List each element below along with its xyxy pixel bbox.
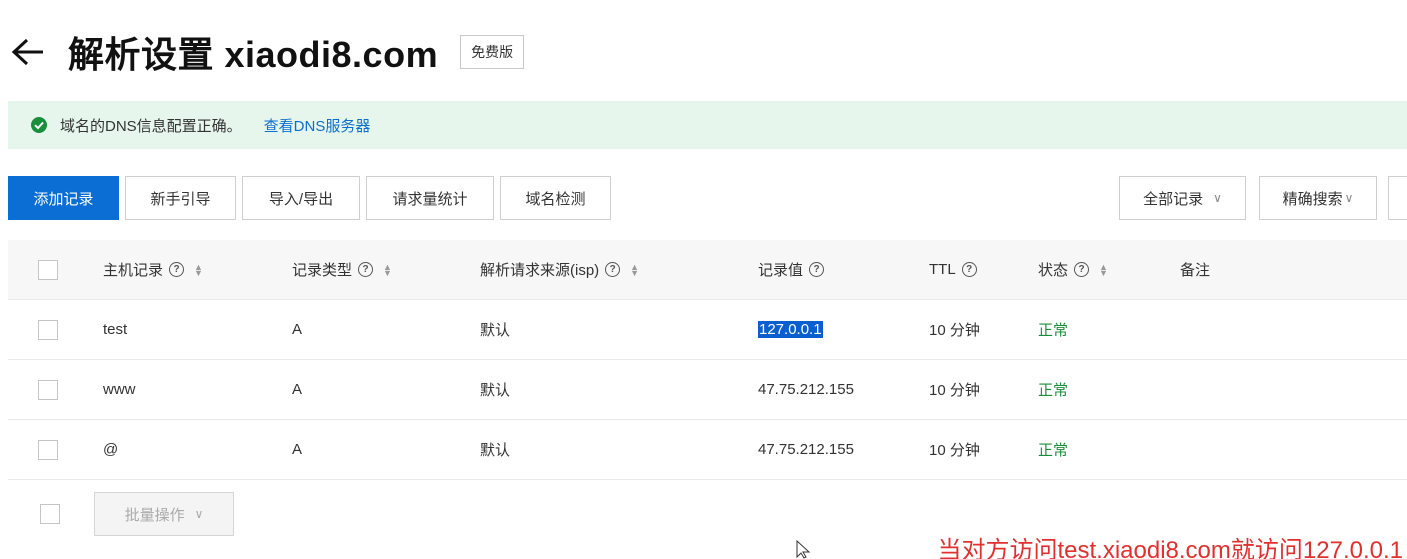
table-row: test A 默认 127.0.0.1 10 分钟 正常 xyxy=(8,300,1407,360)
cell-type: A xyxy=(292,321,303,338)
col-isp[interactable]: 解析请求来源(isp) ? ▲ ▼ xyxy=(480,240,639,299)
chevron-down-icon: ∨ xyxy=(194,507,204,521)
cell-value: 47.75.212.155 xyxy=(758,381,854,398)
plan-badge: 免费版 xyxy=(460,35,525,69)
domain-check-button[interactable]: 域名检测 xyxy=(500,176,611,220)
col-isp-label: 解析请求来源(isp) xyxy=(480,262,600,279)
cell-value: 47.75.212.155 xyxy=(758,441,854,458)
chevron-down-icon: ∨ xyxy=(1213,191,1222,205)
status-badge: 正常 xyxy=(1038,322,1069,339)
help-icon[interactable]: ? xyxy=(809,262,825,277)
help-icon[interactable]: ? xyxy=(1074,262,1090,277)
table-row: www A 默认 47.75.212.155 10 分钟 正常 xyxy=(8,360,1407,420)
cell-isp: 默认 xyxy=(480,382,511,399)
col-host[interactable]: 主机记录 ? ▲ ▼ xyxy=(103,240,203,299)
select-all-checkbox[interactable] xyxy=(38,259,58,280)
cell-type: A xyxy=(292,381,303,398)
cell-isp: 默认 xyxy=(480,322,511,339)
precise-search-dropdown[interactable]: 精确搜索 ∨ xyxy=(1259,176,1377,220)
sort-icon[interactable]: ▲ ▼ xyxy=(383,262,392,277)
batch-operations-label: 批量操作 xyxy=(124,506,185,524)
cell-ttl: 10 分钟 xyxy=(929,382,980,399)
row-checkbox[interactable] xyxy=(38,379,58,400)
sort-icon[interactable]: ▲ ▼ xyxy=(194,262,203,277)
dns-records-table: 主机记录 ? ▲ ▼ 记录类型 ? ▲ ▼ 解析请求来源(isp) ? ▲ ▼ 记录值… xyxy=(8,240,1407,480)
view-dns-servers-link[interactable]: 查看DNS服务器 xyxy=(264,115,371,136)
help-icon[interactable]: ? xyxy=(169,262,185,277)
col-type[interactable]: 记录类型 ? ▲ ▼ xyxy=(292,240,392,299)
col-value: 记录值 ? xyxy=(758,240,825,299)
help-icon[interactable]: ? xyxy=(358,262,374,277)
sort-icon[interactable]: ▲ ▼ xyxy=(1099,262,1108,277)
help-icon[interactable]: ? xyxy=(605,262,621,277)
col-ttl-label: TTL xyxy=(929,261,956,278)
row-checkbox[interactable] xyxy=(38,439,58,460)
cell-type: A xyxy=(292,441,303,458)
check-circle-icon xyxy=(31,117,47,133)
col-type-label: 记录类型 xyxy=(292,262,353,279)
sort-icon[interactable]: ▲ ▼ xyxy=(630,262,639,277)
row-checkbox[interactable] xyxy=(38,319,58,340)
col-status-label: 状态 xyxy=(1038,262,1069,279)
request-stats-button[interactable]: 请求量统计 xyxy=(366,176,494,220)
add-record-button[interactable]: 添加记录 xyxy=(8,176,119,220)
col-remark: 备注 xyxy=(1180,262,1211,279)
mouse-cursor-icon xyxy=(796,540,811,559)
chevron-down-icon: ∨ xyxy=(1344,191,1354,205)
search-input-partial[interactable] xyxy=(1388,176,1407,220)
page-title: 解析设置 xiaodi8.com xyxy=(68,34,439,75)
page-header: 解析设置 xiaodi8.com 免费版 xyxy=(8,22,525,82)
status-badge: 正常 xyxy=(1038,382,1069,399)
cell-host: @ xyxy=(103,441,119,458)
all-records-label: 全部记录 xyxy=(1143,190,1204,208)
alert-message: 域名的DNS信息配置正确。 xyxy=(60,117,242,135)
cell-ttl: 10 分钟 xyxy=(929,442,980,459)
cell-ttl: 10 分钟 xyxy=(929,322,980,339)
table-header-row: 主机记录 ? ▲ ▼ 记录类型 ? ▲ ▼ 解析请求来源(isp) ? ▲ ▼ 记录值… xyxy=(8,240,1407,300)
precise-search-label: 精确搜索 xyxy=(1282,190,1343,208)
dns-status-alert: 域名的DNS信息配置正确。 查看DNS服务器 xyxy=(8,101,1407,149)
dns-settings-page: 解析设置 xiaodi8.com 免费版 域名的DNS信息配置正确。 查看DNS… xyxy=(0,0,1407,559)
back-arrow-icon[interactable] xyxy=(8,32,48,72)
cell-isp: 默认 xyxy=(480,442,511,459)
cell-host: test xyxy=(103,321,128,338)
annotation-caption: 当对方访问test.xiaodi8.com就访问127.0.0.1 xyxy=(937,537,1403,559)
footer-select-checkbox[interactable] xyxy=(40,504,60,524)
cell-value[interactable]: 127.0.0.1 xyxy=(758,321,823,338)
cell-host: www xyxy=(103,381,136,398)
help-icon[interactable]: ? xyxy=(961,262,977,277)
col-host-label: 主机记录 xyxy=(103,262,164,279)
col-value-label: 记录值 xyxy=(758,262,804,279)
guide-button[interactable]: 新手引导 xyxy=(125,176,236,220)
col-ttl: TTL ? xyxy=(929,240,977,299)
all-records-dropdown[interactable]: 全部记录 ∨ xyxy=(1119,176,1246,220)
col-status[interactable]: 状态 ? ▲ ▼ xyxy=(1038,240,1108,299)
table-row: @ A 默认 47.75.212.155 10 分钟 正常 xyxy=(8,420,1407,480)
status-badge: 正常 xyxy=(1038,442,1069,459)
import-export-button[interactable]: 导入/导出 xyxy=(242,176,360,220)
batch-operations-button[interactable]: 批量操作 ∨ xyxy=(94,492,234,536)
